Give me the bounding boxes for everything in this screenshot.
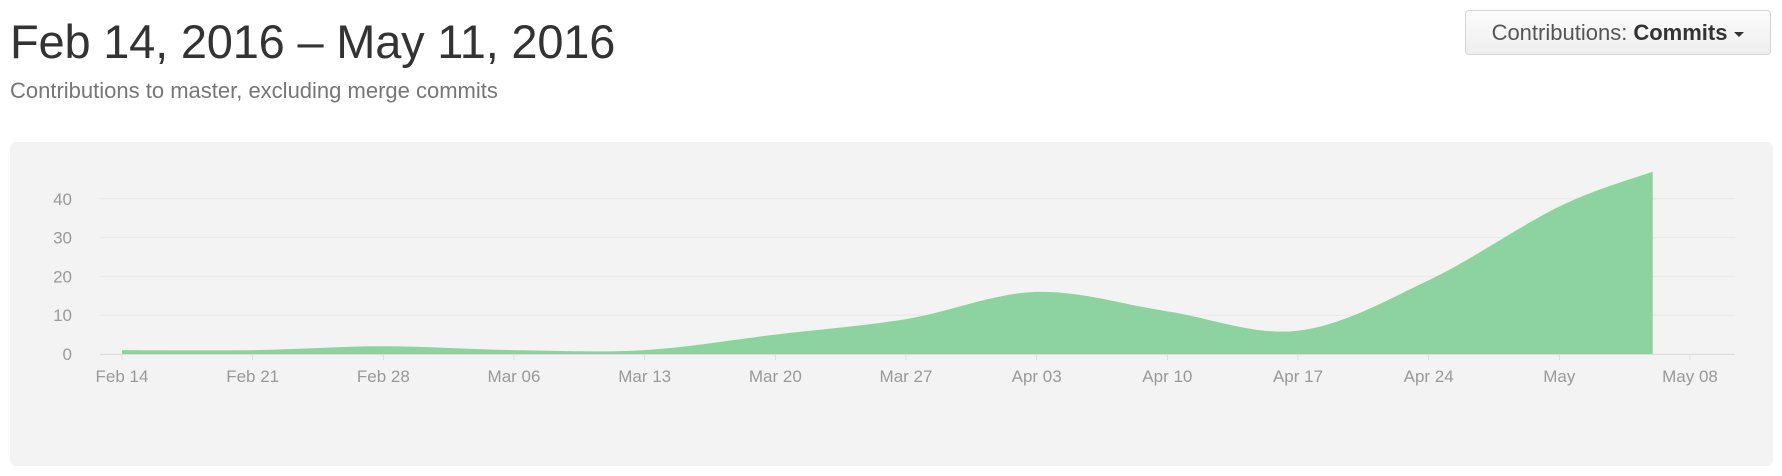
- x-tick-label: Apr 17: [1273, 367, 1323, 386]
- y-tick-label: 30: [53, 229, 72, 248]
- x-tick-label: Mar 13: [618, 367, 671, 386]
- x-tick-label: May 08: [1662, 367, 1718, 386]
- y-tick-label: 0: [63, 345, 72, 364]
- x-tick-label: Mar 20: [749, 367, 802, 386]
- x-tick-label: Apr 24: [1404, 367, 1454, 386]
- contributions-dropdown-label: Contributions:: [1491, 19, 1628, 45]
- x-tick-label: Feb 14: [96, 367, 149, 386]
- y-tick-label: 20: [53, 267, 72, 286]
- chart-panel: 0 10 20 30 40 Feb 14 Feb 21 Feb 28 Mar 06 Mar 13 M…: [10, 142, 1773, 466]
- x-tick-label: May: [1543, 367, 1576, 386]
- y-tick-label: 40: [53, 190, 72, 209]
- y-tick-label: 10: [53, 306, 72, 325]
- x-tick-label: Apr 03: [1012, 367, 1062, 386]
- contributions-dropdown-selected: Commits: [1633, 19, 1728, 45]
- x-tick-label: Mar 27: [880, 367, 933, 386]
- contributions-area-chart: 0 10 20 30 40 Feb 14 Feb 21 Feb 28 Mar 06 Mar 13 M…: [53, 171, 1735, 386]
- x-tick-label: Feb 21: [226, 367, 279, 386]
- x-tick-label: Mar 06: [488, 367, 541, 386]
- x-tick-label: Apr 10: [1142, 367, 1192, 386]
- contributions-dropdown-button[interactable]: Contributions: Commits: [1465, 10, 1771, 55]
- page-title: Feb 14, 2016 – May 11, 2016: [10, 15, 616, 68]
- caret-down-icon: [1734, 32, 1745, 37]
- page-subtitle: Contributions to master, excluding merge…: [10, 78, 498, 103]
- x-tick-label: Feb 28: [357, 367, 410, 386]
